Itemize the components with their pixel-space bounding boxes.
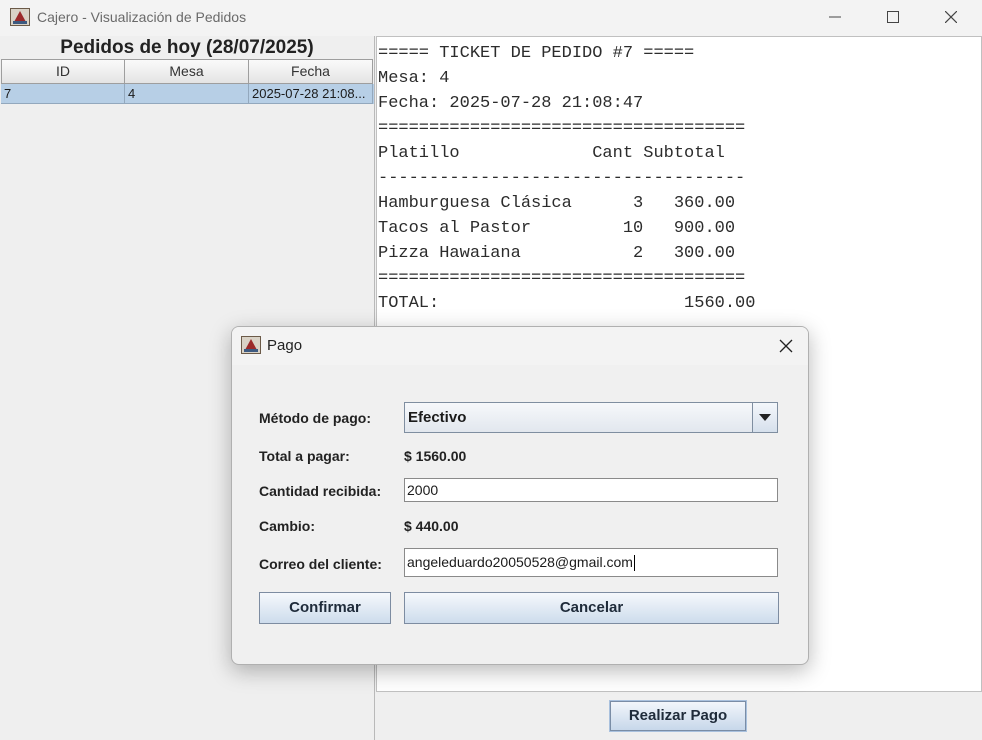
cell-fecha: 2025-07-28 21:08... <box>249 84 373 104</box>
ticket-line: ------------------------------------ <box>378 169 746 188</box>
ticket-line: TOTAL: 1560.00 <box>378 294 756 313</box>
chevron-down-icon <box>759 413 771 421</box>
payment-method-label: Método de pago: <box>259 410 371 426</box>
ticket-line: Tacos al Pastor 10 900.00 <box>378 219 736 238</box>
email-label: Correo del cliente: <box>259 556 382 572</box>
payment-method-value: Efectivo <box>408 409 467 426</box>
ticket-line: ==================================== <box>378 119 746 138</box>
minimize-button[interactable] <box>806 0 864 34</box>
ticket-line: Hamburguesa Clásica 3 360.00 <box>378 194 736 213</box>
received-label: Cantidad recibida: <box>259 483 382 499</box>
cell-id: 7 <box>1 84 125 104</box>
window-titlebar: Cajero - Visualización de Pedidos <box>0 0 982 36</box>
ticket-line: ==================================== <box>378 269 746 288</box>
orders-heading: Pedidos de hoy (28/07/2025) <box>60 37 314 58</box>
cell-mesa: 4 <box>125 84 249 104</box>
maximize-button[interactable] <box>864 0 922 34</box>
realizar-pago-button[interactable]: Realizar Pago <box>609 700 747 732</box>
change-label: Cambio: <box>259 518 315 534</box>
ticket-content: ===== TICKET DE PEDIDO #7 ===== Mesa: 4 … <box>378 41 755 316</box>
minimize-icon <box>829 16 841 18</box>
text-caret <box>633 555 635 572</box>
cancel-button[interactable]: Cancelar <box>404 592 779 624</box>
confirm-button[interactable]: Confirmar <box>259 592 391 624</box>
maximize-icon <box>887 11 899 23</box>
close-icon <box>779 339 793 353</box>
java-app-icon <box>10 8 30 26</box>
received-amount-input[interactable]: 2000 <box>404 478 778 502</box>
dialog-titlebar: Pago <box>232 327 808 365</box>
change-value: $ 440.00 <box>404 518 459 534</box>
payment-method-select[interactable]: Efectivo <box>404 402 778 433</box>
ticket-line: Platillo Cant Subtotal <box>378 144 725 163</box>
email-input[interactable]: angeleduardo20050528@gmail.com <box>404 548 778 577</box>
received-amount-value: 2000 <box>407 482 439 498</box>
email-value: angeleduardo20050528@gmail.com <box>407 554 633 570</box>
total-label: Total a pagar: <box>259 448 350 464</box>
ticket-line: Mesa: 4 <box>378 69 450 88</box>
window-title: Cajero - Visualización de Pedidos <box>37 9 247 25</box>
column-header-mesa[interactable]: Mesa <box>125 59 249 84</box>
ticket-line: ===== TICKET DE PEDIDO #7 ===== <box>378 44 695 63</box>
ticket-line: Fecha: 2025-07-28 21:08:47 <box>378 94 644 113</box>
table-row[interactable]: 7 4 2025-07-28 21:08... <box>1 84 374 104</box>
orders-table: ID Mesa Fecha 7 4 2025-07-28 21:08... <box>1 59 374 104</box>
ticket-line: Pizza Hawaiana 2 300.00 <box>378 244 736 263</box>
column-header-fecha[interactable]: Fecha <box>249 59 373 84</box>
close-button[interactable] <box>922 0 980 34</box>
close-icon <box>945 11 957 23</box>
table-header: ID Mesa Fecha <box>1 59 374 84</box>
dialog-close-button[interactable] <box>772 335 800 357</box>
footer-bar: Realizar Pago <box>376 692 982 740</box>
java-app-icon <box>241 336 261 354</box>
total-value: $ 1560.00 <box>404 448 467 464</box>
payment-dialog: Pago Método de pago: Efectivo Total a pa… <box>231 326 809 665</box>
dialog-title: Pago <box>267 337 303 354</box>
column-header-id[interactable]: ID <box>1 59 125 84</box>
dropdown-button[interactable] <box>752 403 777 432</box>
